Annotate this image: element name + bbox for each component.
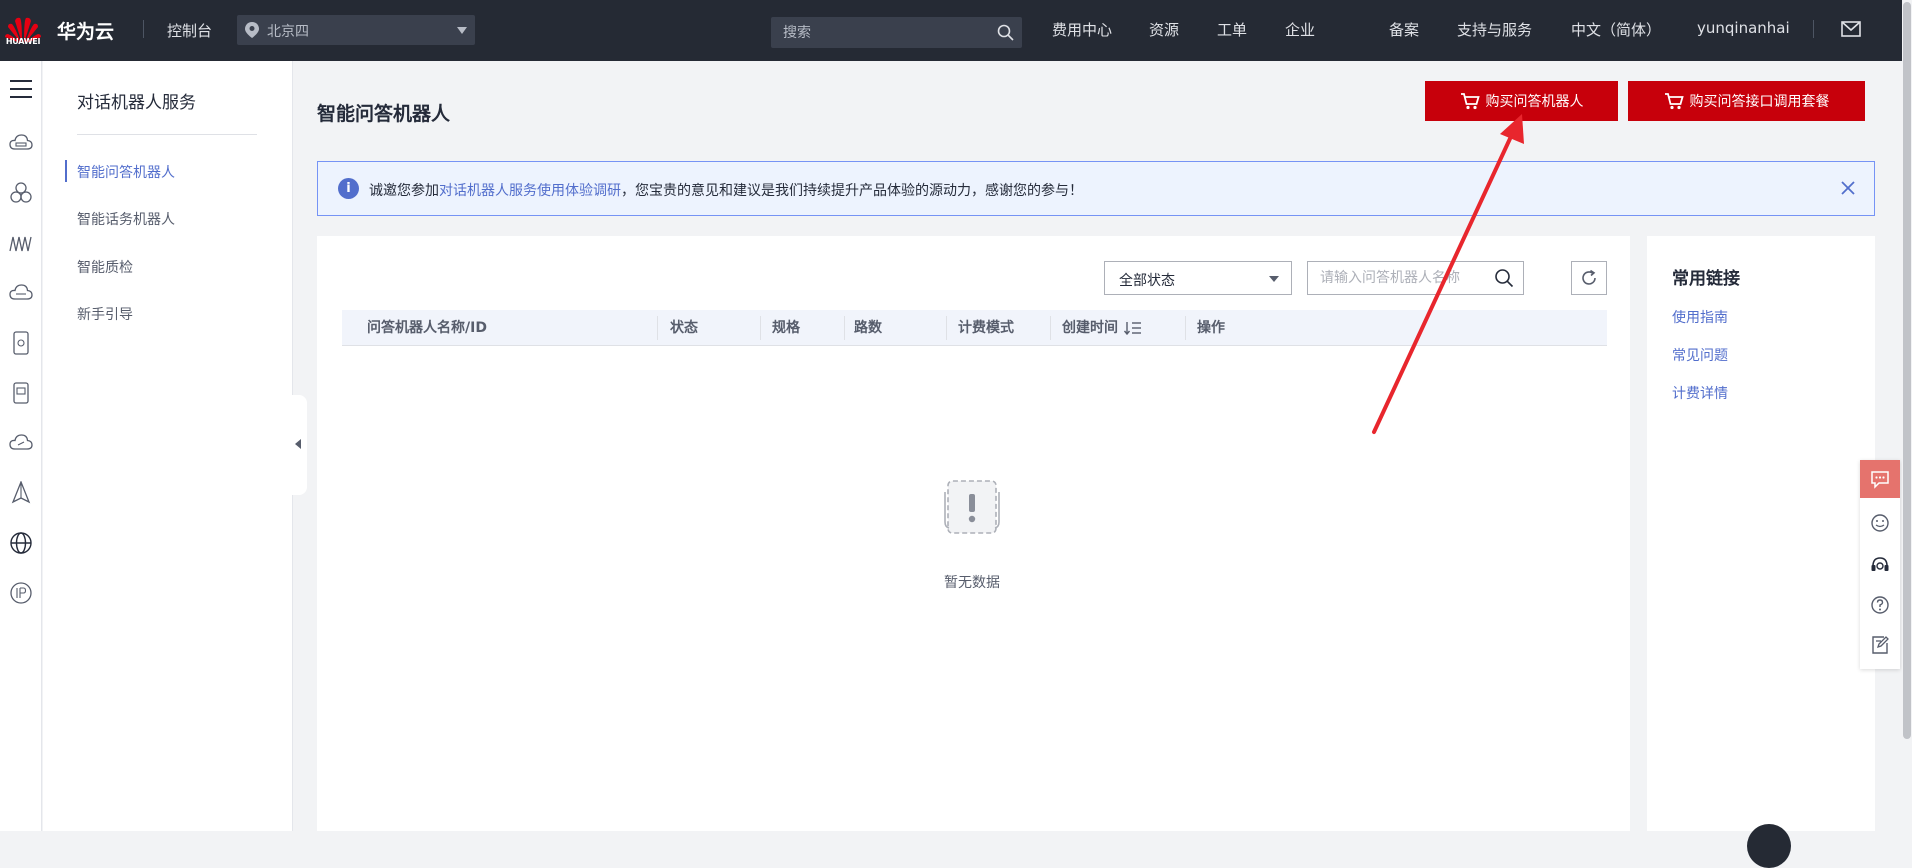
cloud-server-icon[interactable]	[9, 131, 33, 155]
chat-button[interactable]	[1860, 460, 1900, 498]
divider	[77, 134, 257, 135]
common-links-panel: 常用链接 使用指南 常见问题 计费详情	[1647, 236, 1875, 831]
buy-api-package-label: 购买问答接口调用套餐	[1689, 94, 1830, 110]
cloud-db-icon[interactable]	[9, 281, 33, 305]
service-icon-rail	[0, 61, 42, 831]
tablet-icon[interactable]	[9, 381, 33, 405]
created-time-label: 创建时间	[1062, 320, 1118, 336]
chevron-down-icon	[457, 27, 467, 34]
column-divider	[760, 316, 761, 340]
column-header-spec[interactable]: 规格	[772, 310, 800, 346]
cluster-icon[interactable]	[9, 181, 33, 205]
sidebar-item-qa-robot[interactable]: 智能问答机器人	[77, 162, 175, 182]
buy-qa-robot-button[interactable]: 购买问答机器人	[1425, 81, 1618, 121]
help-icon[interactable]	[1870, 595, 1890, 615]
link-billing-details[interactable]: 计费详情	[1672, 383, 1728, 403]
divider	[143, 20, 144, 38]
nav-billing-center[interactable]: 费用中心	[1052, 19, 1112, 40]
column-divider	[946, 316, 947, 340]
language-selector[interactable]: 中文（简体）	[1571, 19, 1661, 40]
page-title: 智能问答机器人	[317, 103, 451, 125]
column-divider	[844, 316, 845, 340]
global-search	[771, 17, 1022, 48]
chat-icon	[1871, 471, 1889, 489]
mail-icon[interactable]	[1841, 21, 1861, 37]
top-navigation-bar: HUAWEI 华为云 控制台 北京四 费用中心 资源 工单 企业 备案 支持与服…	[0, 0, 1902, 61]
phone-icon[interactable]	[9, 331, 33, 355]
column-header-actions: 操作	[1197, 320, 1225, 336]
sidebar-item-quality-check[interactable]: 智能质检	[77, 257, 133, 277]
nav-icp-filing[interactable]: 备案	[1389, 19, 1419, 40]
search-icon[interactable]	[997, 24, 1014, 41]
empty-data-icon	[944, 480, 1000, 534]
region-name: 北京四	[267, 24, 309, 40]
service-title: 对话机器人服务	[77, 93, 196, 113]
notice-prefix: 诚邀您参加	[369, 183, 439, 199]
column-divider	[1050, 316, 1051, 340]
search-icon[interactable]	[1494, 268, 1514, 288]
nav-support[interactable]: 支持与服务	[1457, 19, 1532, 40]
link-user-guide[interactable]: 使用指南	[1672, 307, 1728, 327]
service-sidebar: 对话机器人服务 智能问答机器人 智能话务机器人 智能质检 新手引导	[43, 61, 293, 831]
ip-icon[interactable]	[9, 581, 33, 605]
page-scrollbar[interactable]	[1902, 0, 1912, 831]
column-divider	[657, 316, 658, 340]
status-filter-value: 全部状态	[1119, 273, 1175, 289]
column-header-status[interactable]: 状态	[670, 310, 698, 346]
location-pin-icon	[245, 22, 259, 38]
wave-icon[interactable]	[9, 231, 33, 255]
robot-list-panel: 全部状态 问答机器人名称/ID 状态 规格 路数 计费模式 创建时间 操作 暂无…	[317, 236, 1630, 831]
sidebar-item-beginner-guide[interactable]: 新手引导	[77, 304, 133, 324]
empty-data-text: 暂无数据	[944, 575, 1000, 591]
cloud-link-icon[interactable]	[9, 431, 33, 455]
table-header: 问答机器人名称/ID 状态 规格 路数 计费模式 创建时间 操作	[342, 310, 1607, 346]
headset-icon[interactable]	[1870, 555, 1890, 575]
region-selector[interactable]: 北京四	[237, 15, 475, 45]
smile-icon[interactable]	[1870, 513, 1890, 533]
active-indicator	[65, 160, 67, 182]
sidebar-item-call-robot[interactable]: 智能话务机器人	[77, 209, 175, 229]
refresh-button[interactable]	[1571, 261, 1607, 295]
huawei-logo-text: HUAWEI	[5, 37, 41, 46]
collapse-arrow-icon	[295, 439, 301, 449]
sidebar-collapse-handle[interactable]	[292, 395, 307, 495]
close-icon[interactable]	[1839, 179, 1857, 197]
info-icon: i	[338, 178, 359, 199]
link-faq[interactable]: 常见问题	[1672, 345, 1728, 365]
globe-icon[interactable]	[9, 531, 33, 555]
robot-name-search-input[interactable]	[1308, 262, 1488, 294]
column-divider	[1185, 316, 1186, 340]
user-account-menu[interactable]: yunqinanhai	[1697, 19, 1790, 37]
global-search-input[interactable]	[771, 17, 991, 48]
console-link[interactable]: 控制台	[167, 20, 212, 41]
nav-resources[interactable]: 资源	[1149, 19, 1179, 40]
notice-suffix: ，您宝贵的意见和建议是我们持续提升产品体验的源动力，感谢您的参与！	[621, 183, 1083, 199]
feedback-icon[interactable]	[1870, 635, 1890, 655]
status-filter-select[interactable]: 全部状态	[1104, 261, 1292, 295]
tower-icon[interactable]	[9, 481, 33, 505]
nav-enterprise[interactable]: 企业	[1285, 19, 1315, 40]
nav-tickets[interactable]: 工单	[1217, 19, 1247, 40]
notice-message: 诚邀您参加对话机器人服务使用体验调研，您宝贵的意见和建议是我们持续提升产品体验的…	[369, 180, 1083, 200]
scrollbar-thumb[interactable]	[1903, 2, 1911, 739]
menu-icon[interactable]	[9, 77, 33, 101]
refresh-icon	[1582, 269, 1596, 285]
cart-icon	[1460, 93, 1480, 110]
brand-name[interactable]: 华为云	[57, 17, 114, 44]
survey-notice: i 诚邀您参加对话机器人服务使用体验调研，您宝贵的意见和建议是我们持续提升产品体…	[317, 161, 1875, 216]
floating-service-rail	[1860, 460, 1900, 669]
survey-link[interactable]: 对话机器人服务使用体验调研	[439, 183, 621, 199]
sort-icon[interactable]	[1124, 321, 1142, 335]
column-header-name[interactable]: 问答机器人名称/ID	[367, 310, 487, 346]
cart-icon	[1664, 93, 1684, 110]
column-header-billing-mode[interactable]: 计费模式	[958, 310, 1014, 346]
buy-qa-robot-label: 购买问答机器人	[1485, 94, 1584, 110]
column-header-channels[interactable]: 路数	[854, 310, 882, 346]
robot-name-search	[1307, 261, 1524, 295]
divider	[1813, 20, 1814, 38]
buy-api-package-button[interactable]: 购买问答接口调用套餐	[1628, 81, 1865, 121]
common-links-title: 常用链接	[1672, 269, 1740, 289]
chevron-down-icon	[1269, 276, 1279, 282]
column-header-created-time[interactable]: 创建时间	[1062, 310, 1142, 346]
